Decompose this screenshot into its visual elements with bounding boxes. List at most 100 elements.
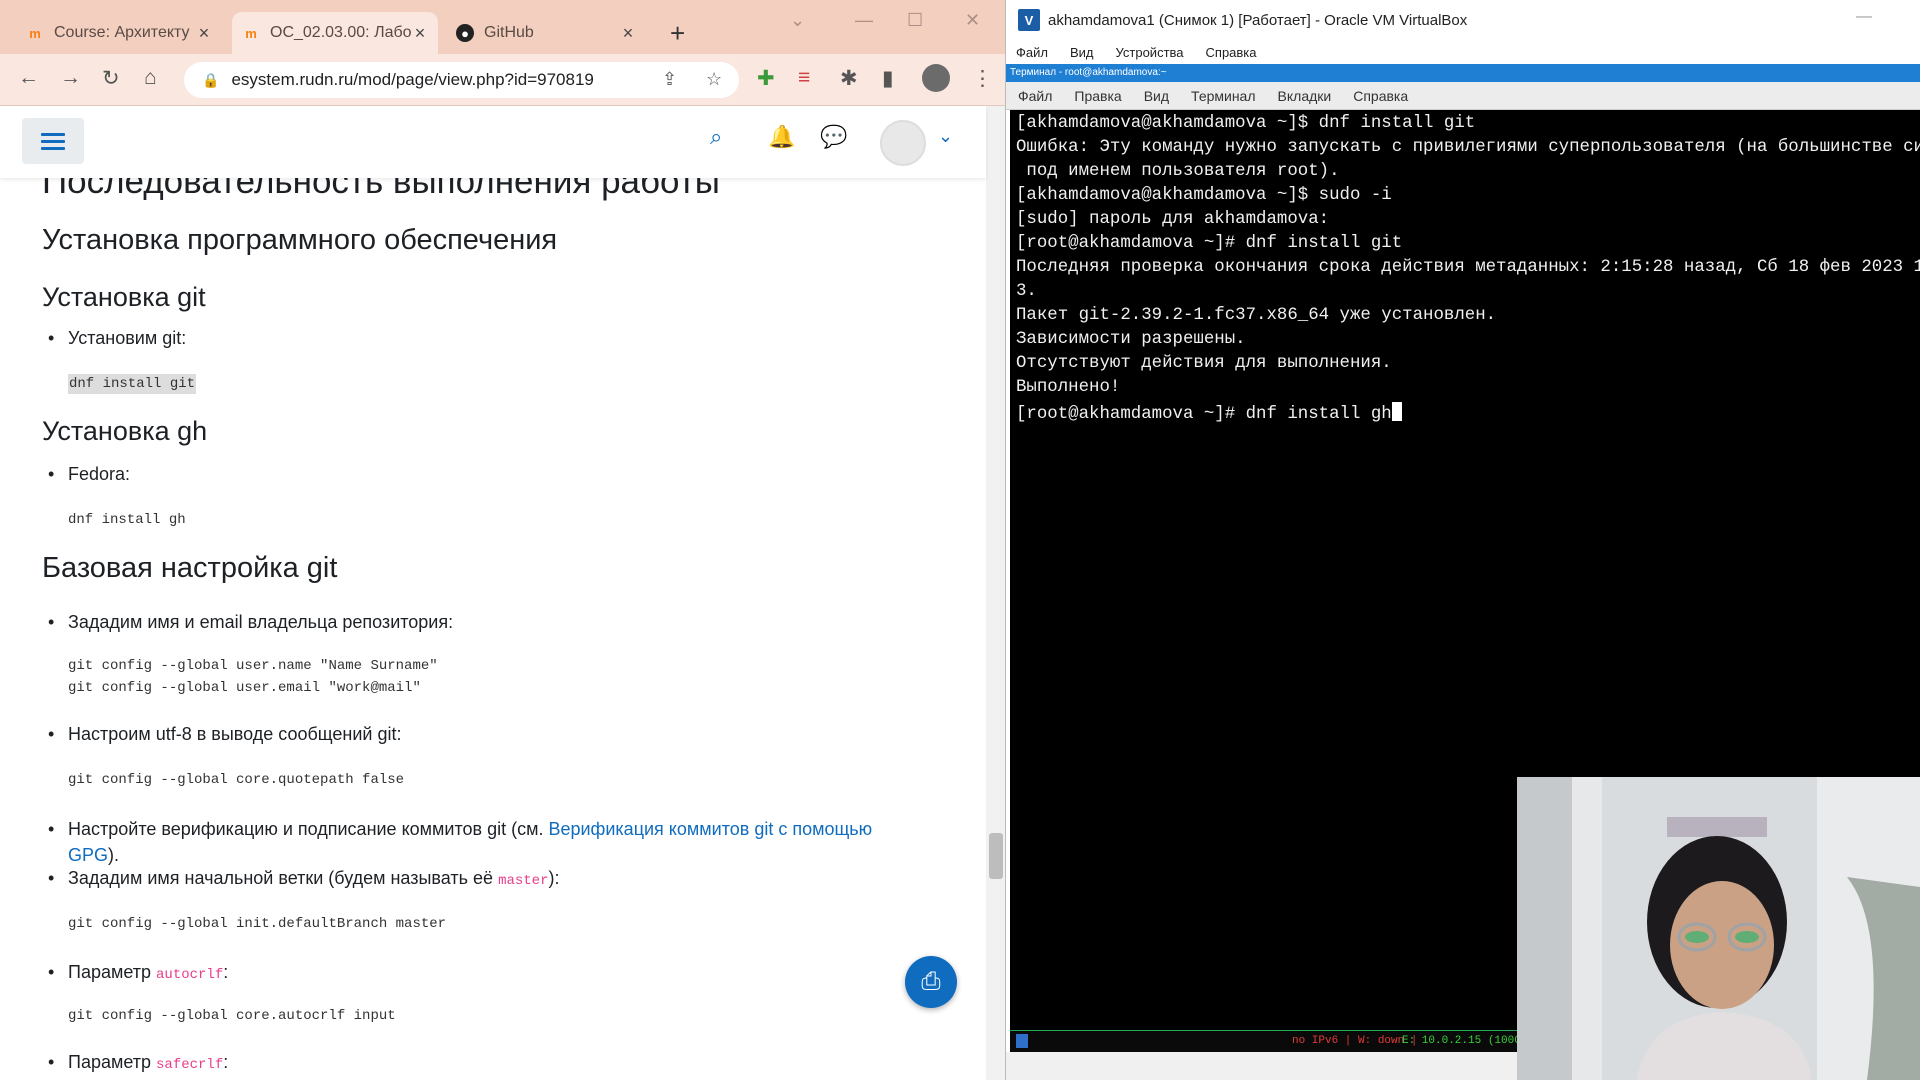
url-text: esystem.rudn.ru/mod/page/view.php?id=970…	[231, 70, 594, 89]
terminal-line: [root@akhamdamova ~]# dnf install git	[1016, 234, 1403, 253]
close-icon[interactable]: ×	[196, 23, 212, 44]
forward-icon[interactable]: →	[60, 66, 81, 90]
terminal-line: [akhamdamova@akhamdamova ~]$ sudo -i	[1016, 186, 1392, 205]
terminal-line: Последняя проверка окончания срока дейст…	[1016, 258, 1920, 277]
terminal-line: [sudo] пароль для akhamdamova:	[1016, 210, 1330, 229]
share-icon[interactable]: ⇪	[662, 69, 677, 90]
lock-icon: 🔒	[202, 71, 220, 88]
guest-window-title: Терминал - root@akhamdamova:~	[1006, 64, 1920, 82]
github-icon: ●	[456, 24, 474, 42]
virtualbox-icon: V	[1018, 9, 1040, 31]
terminal-line: Пакет git-2.39.2-1.fc37.x86_64 уже устан…	[1016, 306, 1497, 325]
term-menu-help[interactable]: Справка	[1353, 88, 1408, 104]
terminal-prompt: [root@akhamdamova ~]# dnf install gh	[1016, 402, 1402, 424]
minimize-icon[interactable]: —	[1856, 8, 1872, 26]
chat-icon[interactable]: 💬	[820, 124, 847, 150]
moodle-icon: m	[29, 25, 41, 41]
print-button[interactable]: ⎙	[905, 956, 957, 1008]
terminal-line: Отсутствуют действия для выполнения.	[1016, 354, 1392, 373]
back-icon[interactable]: ←	[18, 66, 39, 90]
close-window-icon[interactable]: ✕	[965, 10, 980, 31]
list-item: Настроим utf-8 в выводе сообщений git:	[48, 724, 401, 745]
list-item: Установим git:	[48, 328, 186, 349]
link-verify-commits[interactable]: Верификация коммитов git с помощью	[548, 819, 872, 839]
list-item: Зададим имя начальной ветки (будем назыв…	[48, 868, 560, 889]
puzzle-icon[interactable]: ✱	[840, 66, 858, 91]
vbox-menubar: Файл Вид Устройства Справка	[1006, 40, 1920, 64]
list-item: Параметр autocrlf:	[48, 962, 228, 983]
browser-window: m Course: Архитекту × m ОС_02.03.00: Лаб…	[0, 0, 1006, 1080]
chevron-down-icon[interactable]: ⌄	[790, 10, 805, 31]
list-item: Зададим имя и email владельца репозитори…	[48, 612, 453, 633]
terminal-line: под именем пользователя root).	[1016, 162, 1340, 181]
list-item: Настройте верификацию и подписание комми…	[48, 816, 948, 868]
vbox-titlebar: V akhamdamova1 (Снимок 1) [Работает] - O…	[1006, 0, 1920, 40]
star-icon[interactable]: ☆	[706, 69, 722, 90]
printer-icon: ⎙	[921, 968, 941, 995]
close-icon[interactable]: ×	[620, 23, 636, 44]
sidepanel-icon[interactable]: ▮	[882, 66, 894, 91]
menu-dots-icon[interactable]: ⋮	[972, 66, 993, 91]
term-menu-terminal[interactable]: Терминал	[1191, 88, 1255, 104]
hamburger-icon[interactable]	[22, 118, 84, 164]
moodle-icon: m	[245, 25, 257, 41]
chevron-down-icon[interactable]: ⌄	[938, 126, 953, 147]
subheading-gh: Установка gh	[42, 416, 208, 446]
close-icon[interactable]: ×	[412, 23, 428, 44]
code-block: git config --global user.email "work@mai…	[68, 680, 421, 696]
extension-icon[interactable]: ≡	[798, 66, 810, 90]
term-menu-file[interactable]: Файл	[1018, 88, 1052, 104]
terminal-line: Зависимости разрешены.	[1016, 330, 1246, 349]
term-menu-tabs[interactable]: Вкладки	[1278, 88, 1332, 104]
menu-help[interactable]: Справка	[1206, 45, 1257, 60]
new-tab-button[interactable]: +	[670, 18, 685, 49]
minimize-icon[interactable]: —	[855, 10, 873, 31]
menu-devices[interactable]: Устройства	[1116, 45, 1184, 60]
tab-strip: m Course: Архитекту × m ОС_02.03.00: Лаб…	[0, 0, 1005, 54]
page-content: Последовательность выполнения работы Уст…	[0, 178, 986, 1080]
vbox-title: akhamdamova1 (Снимок 1) [Работает] - Ora…	[1048, 11, 1468, 29]
link-gpg[interactable]: GPG	[68, 845, 108, 865]
home-icon[interactable]: ⌂	[144, 66, 157, 90]
extension-add-icon[interactable]: ✚	[757, 66, 775, 91]
page-scrollbar[interactable]	[986, 106, 1005, 1080]
tab-lab[interactable]: m ОС_02.03.00: Лабо ×	[232, 12, 438, 54]
terminal-line: 3.	[1016, 282, 1037, 301]
term-menu-edit[interactable]: Правка	[1074, 88, 1121, 104]
reload-icon[interactable]: ↻	[102, 66, 120, 91]
tab-title: Course: Архитекту	[54, 24, 190, 41]
bell-icon[interactable]: 🔔	[768, 124, 795, 150]
moodle-navbar: ⌕ 🔔 💬 ⌄	[0, 106, 986, 178]
menu-view[interactable]: Вид	[1070, 45, 1094, 60]
tab-github[interactable]: ● GitHub ×	[446, 12, 646, 54]
term-menu-view[interactable]: Вид	[1144, 88, 1169, 104]
status-ethernet: E: 10.0.2.15 (1000	[1402, 1035, 1521, 1047]
address-bar[interactable]: 🔒 esystem.rudn.ru/mod/page/view.php?id=9…	[184, 62, 739, 98]
terminal-line: Выполнено!	[1016, 378, 1121, 397]
code-block: git config --global core.quotepath false	[68, 772, 405, 788]
scrollbar-thumb[interactable]	[989, 833, 1003, 879]
status-network-down: no IPv6 | W: down |	[1292, 1035, 1418, 1047]
user-avatar[interactable]	[880, 120, 926, 166]
code-block: dnf install gh	[68, 512, 186, 528]
section-heading-install: Установка программного обеспечения	[42, 224, 558, 256]
code-block: git config --global core.autocrlf input	[68, 1008, 396, 1024]
webcam-video	[1517, 777, 1920, 1080]
page-heading: Последовательность выполнения работы	[42, 178, 720, 201]
menu-file[interactable]: Файл	[1016, 45, 1048, 60]
search-icon[interactable]: ⌕	[710, 124, 722, 150]
tab-title: ОС_02.03.00: Лабо	[270, 24, 412, 41]
tab-title: GitHub	[484, 24, 534, 41]
text-cursor	[1391, 402, 1402, 421]
profile-avatar[interactable]	[922, 64, 950, 92]
tab-course[interactable]: m Course: Архитекту ×	[16, 12, 222, 54]
list-item: Fedora:	[48, 464, 130, 485]
terminal-line: [akhamdamova@akhamdamova ~]$ dnf install…	[1016, 114, 1476, 133]
workspace-indicator	[1016, 1034, 1028, 1048]
code-block: git config --global init.defaultBranch m…	[68, 916, 447, 932]
code-block: dnf install git	[68, 374, 197, 394]
subheading-git: Установка git	[42, 282, 206, 312]
maximize-icon[interactable]: ☐	[907, 10, 923, 31]
list-item: Параметр safecrlf:	[48, 1052, 228, 1073]
terminal-menubar: Файл Правка Вид Терминал Вкладки Справка	[1006, 82, 1920, 110]
